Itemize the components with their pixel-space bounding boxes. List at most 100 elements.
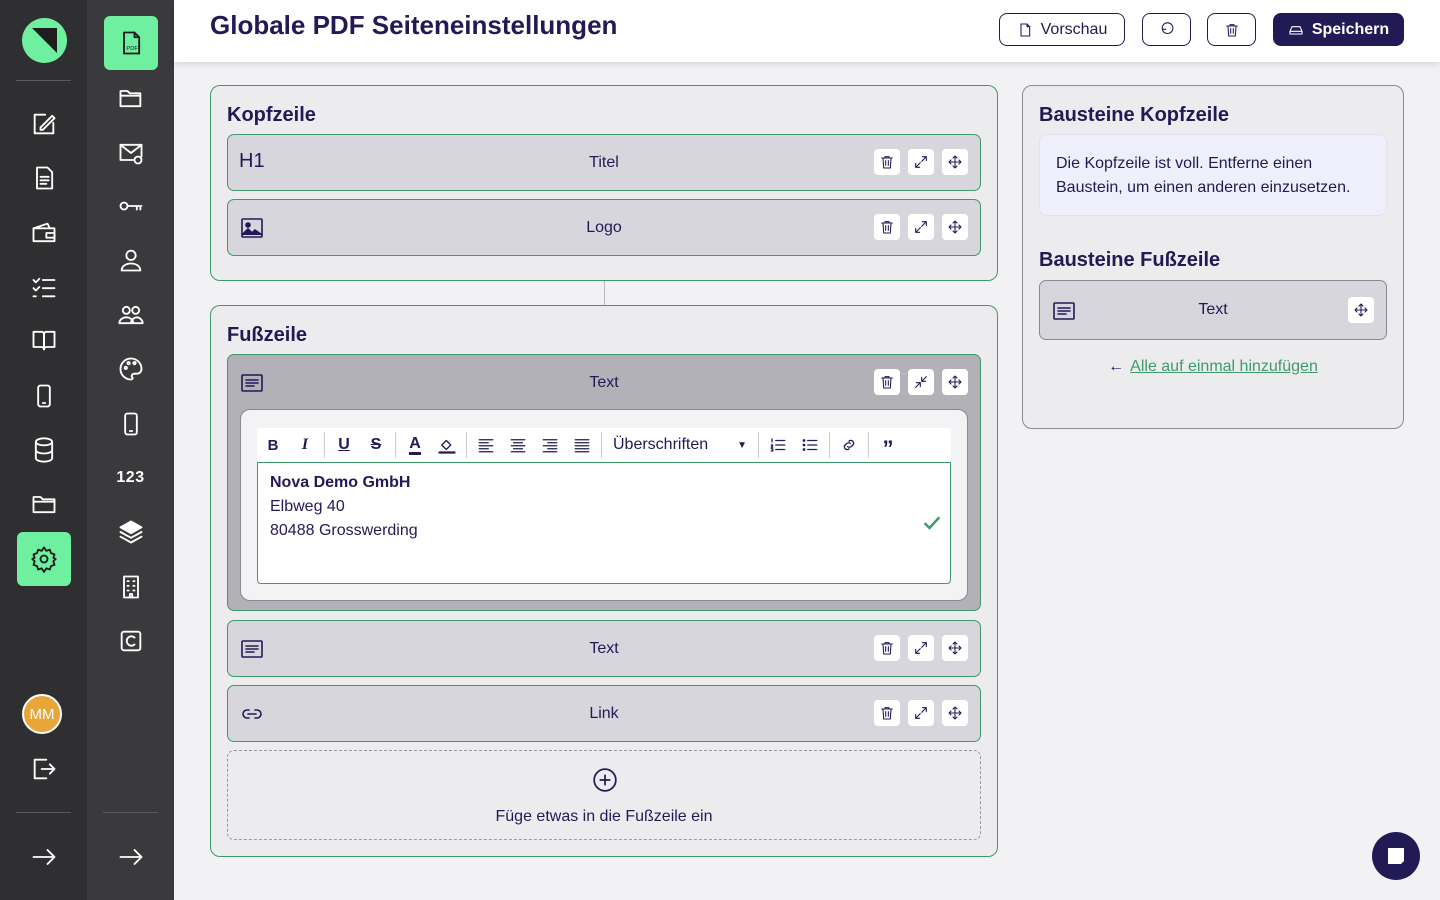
database-icon[interactable] [17,423,71,477]
user-icon[interactable] [104,233,158,287]
add-footer-block-zone[interactable]: Füge etwas in die Fußzeile ein [227,750,981,840]
toolbar-divider [829,432,830,458]
editor-content[interactable]: Nova Demo GmbH Elbweg 40 80488 Grosswerd… [257,462,951,584]
align-justify-icon[interactable] [566,428,598,462]
font-color-icon[interactable]: A [399,428,431,462]
reset-button[interactable] [1142,13,1191,46]
move-icon[interactable] [1348,297,1374,323]
building-icon[interactable] [104,560,158,614]
ordered-list-icon[interactable] [762,428,794,462]
mobile-icon[interactable] [17,369,71,423]
strikethrough-icon[interactable]: S [360,428,392,462]
add-all-link[interactable]: ← Alle auf einmal hinzufügen [1023,358,1403,376]
block-label: Text [1198,301,1228,318]
expand-icon[interactable] [908,635,934,661]
save-button[interactable]: Speichern [1273,13,1404,46]
secondary-rail: PDF 123 [87,0,174,900]
preview-button[interactable]: Vorschau [999,13,1125,46]
header-block-logo[interactable]: Logo [227,199,981,256]
settings-icon[interactable] [16,532,71,586]
bold-icon[interactable]: B [257,428,289,462]
move-icon[interactable] [942,635,968,661]
move-icon[interactable] [942,214,968,240]
italic-icon[interactable]: I [289,428,321,462]
logout-icon[interactable] [17,742,71,796]
available-block-text[interactable]: Text [1039,280,1387,340]
toolbar-divider [601,432,602,458]
move-icon[interactable] [942,369,968,395]
editor-toolbar: B I U S A Überschriften ▼ ” [257,428,951,462]
header-full-note: Die Kopfzeile ist voll. Entferne einen B… [1039,134,1387,216]
preview-button-label: Vorschau [1040,20,1108,38]
pdf-icon [1020,22,1030,37]
link-icon[interactable] [833,428,865,462]
block-label: Link [589,705,619,722]
block-label: Text [589,640,619,657]
rail-divider [16,812,71,813]
trash-icon[interactable] [874,700,900,726]
headings-dropdown[interactable]: Überschriften ▼ [605,428,755,462]
delete-button[interactable] [1207,13,1256,46]
expand-icon[interactable] [908,700,934,726]
users-icon[interactable] [104,288,158,342]
rich-text-editor: B I U S A Überschriften ▼ ” Nova Demo Gm… [240,409,968,601]
document-icon[interactable] [17,151,71,205]
pdf-settings-icon[interactable]: PDF [103,16,158,70]
rail-divider [103,812,158,813]
align-right-icon[interactable] [534,428,566,462]
add-all-label: Alle auf einmal hinzufügen [1130,358,1318,375]
wallet-icon[interactable] [17,206,71,260]
expand-arrow-icon[interactable] [17,830,71,884]
expand-icon[interactable] [908,149,934,175]
toolbar-divider [324,432,325,458]
header-block-title[interactable]: H1 Titel [227,134,981,191]
folder-icon[interactable] [17,477,71,531]
book-icon[interactable] [17,313,71,367]
layers-icon[interactable] [104,505,158,559]
footer-block-text[interactable]: Text [227,620,981,677]
user-avatar[interactable]: MM [22,694,62,734]
folder-open-icon[interactable] [104,71,158,125]
numbers-icon[interactable]: 123 [104,451,158,505]
app-logo[interactable] [22,18,67,63]
trash-icon[interactable] [874,214,900,240]
copyright-icon[interactable] [104,614,158,668]
bullet-list-icon[interactable] [794,428,826,462]
move-icon[interactable] [942,700,968,726]
email-template-icon[interactable] [104,126,158,180]
chat-icon [1388,848,1404,864]
add-footer-block-label: Füge etwas in die Fußzeile ein [495,808,713,825]
palette-icon[interactable] [104,342,158,396]
editor-line: 80488 Grosswerding [270,522,418,539]
trash-icon[interactable] [874,149,900,175]
footer-block-link[interactable]: Link [227,685,981,742]
block-label: Titel [589,154,619,171]
collapse-icon[interactable] [908,369,934,395]
trash-icon[interactable] [874,369,900,395]
chat-launcher-button[interactable] [1372,832,1420,880]
highlight-icon[interactable] [431,428,463,462]
check-icon [924,516,940,530]
expand-icon[interactable] [908,214,934,240]
align-center-icon[interactable] [502,428,534,462]
primary-rail: MM [0,0,87,900]
header-section-panel: Kopfzeile H1 Titel Logo [210,85,998,281]
align-left-icon[interactable] [470,428,502,462]
quote-icon[interactable]: ” [872,428,904,462]
toolbar-divider [758,432,759,458]
footer-section-panel: Fußzeile Text B I U S A Überschriften ▼ … [210,305,998,857]
key-icon[interactable] [104,179,158,233]
edit-document-icon[interactable] [17,97,71,151]
expand-arrow-icon[interactable] [104,830,158,884]
checklist-icon[interactable] [17,260,71,314]
plus-circle-icon [593,768,617,792]
move-icon[interactable] [942,149,968,175]
page-header: Globale PDF Seiteneinstellungen Vorschau… [174,0,1440,62]
footer-block-text-expanded[interactable]: Text B I U S A Überschriften ▼ ” Nova De… [227,354,981,611]
trash-icon[interactable] [874,635,900,661]
save-icon [1289,25,1303,35]
mobile-icon[interactable] [104,397,158,451]
footer-section-title: Fußzeile [227,324,308,346]
toolbar-divider [466,432,467,458]
underline-icon[interactable]: U [328,428,360,462]
